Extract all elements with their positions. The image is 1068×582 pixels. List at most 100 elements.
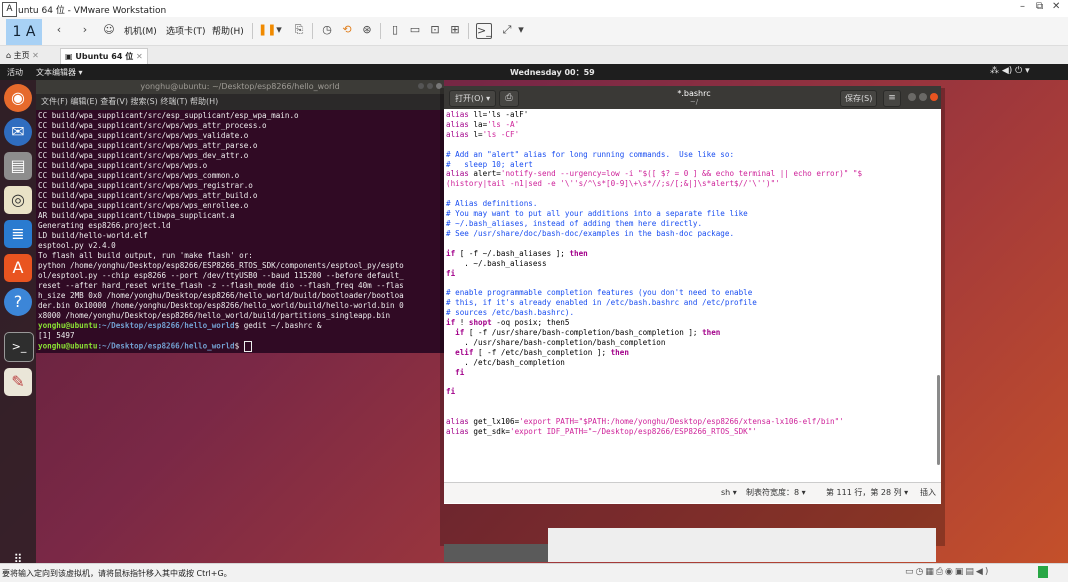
document-path: ~/ [689,98,699,106]
insert-mode: 插入 [920,488,936,497]
prompt-command: $ gedit ~/.bashrc & [234,321,322,330]
cursor-position[interactable]: 第 111 行，第 28 列 ▾ [826,483,908,503]
clock[interactable]: Wednesday 00：59 [510,67,595,78]
gedit-window[interactable]: 打开(O) ▾ ⎙ *.bashrc ~/ 保存(S) ≡ alias ll='… [444,86,941,504]
pause-icon[interactable]: ❚❚ [258,23,276,37]
fullscreen-icon[interactable]: ⊞ [448,23,462,37]
send-ctrl-alt-del-icon[interactable]: ⎘ [292,23,306,37]
sidebar-toggle-icon[interactable]: ▯ [388,23,402,37]
terminal-line: CC build/wpa_supplicant/src/wps/wps_attr… [38,141,258,150]
terminal-line: CC build/wpa_supplicant/src/wps/wps_vali… [38,131,249,140]
close-icon[interactable]: ✕ [32,51,39,60]
vmware-status-bar: 要将输入定向到该虚拟机，请将鼠标指针移入其中或按 Ctrl+G。 ▭◷▦⎙◉▣▤… [0,563,1068,582]
toolbar-divider [252,23,253,39]
tab-ubuntu-vm[interactable]: ▣ Ubuntu 64 位 ✕ [60,48,148,64]
vmware-tab-bar: ⌂ 主页 ✕ ▣ Ubuntu 64 位 ✕ [0,46,1068,65]
editor-scrollbar[interactable] [935,110,941,470]
terminal-line: CC build/wpa_supplicant/src/wps/wps_dev_… [38,151,249,160]
prompt-user: yonghu@ubuntu [38,341,98,351]
close-button[interactable]: ✕ [1052,1,1060,12]
hamburger-menu-icon[interactable]: ≡ [883,90,901,107]
snapshot-manager-icon[interactable]: ⊛ [360,23,374,37]
fit-window-icon[interactable]: ⊡ [428,23,442,37]
vm-activity-icon [1038,566,1048,578]
editor-text-area[interactable]: alias ll='ls -alF' alias la='ls -A' alia… [446,110,936,470]
stretch-dropdown-icon[interactable]: ▾ [514,23,528,37]
menu-tabs[interactable]: 选项卡(T) [166,24,206,37]
thumbnail-icon[interactable]: ▭ [408,23,422,37]
terminal-prompt: yonghu@ubuntu:~/Desktop/esp8266/hello_wo… [38,321,442,331]
terminal-line: h_size 2MB 0x0 /home/yonghu/Desktop/esp8… [38,291,404,300]
toolbar-divider [380,23,381,39]
help-icon[interactable]: ? [4,288,32,316]
terminal-output[interactable]: CC build/wpa_supplicant/src/esp_supplica… [38,111,442,352]
close-icon[interactable]: ✕ [136,52,143,61]
guest-desktop[interactable]: 活动 文本编辑器 ▾ Wednesday 00：59 ⁂ ◀) ⏻ ▾ ◉ ✉ … [0,64,1068,563]
save-button[interactable]: 保存(S) [840,90,878,107]
snapshot-restore-icon[interactable]: ⟲ [340,23,354,37]
minimize-button[interactable]: – [1020,1,1025,12]
toolbar-divider [312,23,313,39]
maximize-button[interactable]: ⧉ [1036,1,1043,12]
tab-home[interactable]: ⌂ 主页 ✕ [2,48,43,63]
terminal-line: CC build/wpa_supplicant/src/esp_supplica… [38,111,299,120]
ime-floating-indicator[interactable]: 1 A [6,19,42,45]
app-menu[interactable]: 文本编辑器 ▾ [36,67,83,78]
device-status-icons[interactable]: ▭◷▦⎙◉▣▤◀) [905,567,990,577]
ime-indicator[interactable]: A [2,2,17,17]
tab-ubuntu-label: Ubuntu 64 位 [75,52,134,61]
firefox-icon[interactable]: ◉ [4,84,32,112]
desktop-background [548,528,936,562]
rhythmbox-icon[interactable]: ◎ [4,186,32,214]
prompt-command: $ [234,341,244,351]
thunderbird-icon[interactable]: ✉ [4,118,32,146]
emoji-icon[interactable]: ☺ [102,23,116,37]
terminal-line: AR build/wpa_supplicant/libwpa_supplican… [38,211,235,220]
vmware-toolbar: ‹ › ☺ 机机(M) 选项卡(T) 帮助(H) ❚❚ ▾ ⎘ ◷ ⟲ ⊛ ▯ … [0,17,1068,46]
terminal-menubar[interactable]: 文件(F) 编辑(E) 查看(V) 搜索(S) 终端(T) 帮助(H) [36,94,444,110]
show-applications-icon[interactable]: ⠿ [9,550,27,563]
terminal-line: CC build/wpa_supplicant/src/wps/wps_enro… [38,201,249,210]
window-title: untu 64 位 - VMware Workstation [18,6,167,16]
job-line: [1] 5497 [38,331,75,340]
snapshot-icon[interactable]: ◷ [320,23,334,37]
scrollbar-thumb[interactable] [937,375,940,465]
terminal-line: LD build/hello-world.elf [38,231,148,240]
console-icon[interactable]: >_ [476,23,492,39]
back-icon[interactable]: ‹ [52,23,66,37]
terminal-line: CC build/wpa_supplicant/src/wps/wps_attr… [38,191,258,200]
new-document-icon[interactable]: ⎙ [499,90,519,107]
status-message: 要将输入定向到该虚拟机，请将鼠标指针移入其中或按 Ctrl+G。 [2,569,232,578]
dropdown-icon[interactable]: ▾ [272,23,286,37]
terminal-line: python /home/yonghu/Desktop/esp8266/ESP8… [38,261,404,270]
terminal-line: esptool.py v2.4.0 [38,241,116,250]
tab-home-label: 主页 [13,51,30,60]
menu-help[interactable]: 帮助(H) [212,24,244,37]
activities-button[interactable]: 活动 [7,67,23,78]
terminal-line: CC build/wpa_supplicant/src/wps/wps_comm… [38,171,240,180]
prompt-user: yonghu@ubuntu [38,321,98,330]
open-button[interactable]: 打开(O) ▾ [449,90,497,107]
prompt-path: :~/Desktop/esp8266/hello_world [97,341,235,351]
tab-width-selector[interactable]: 制表符宽度：8 ▾ [746,483,806,503]
libreoffice-writer-icon[interactable]: ≣ [4,220,32,248]
files-icon[interactable]: ▤ [4,152,32,180]
terminal-line: Generating esp8266.project.ld [38,221,171,230]
software-center-icon[interactable]: A [4,254,32,282]
forward-icon[interactable]: › [78,23,92,37]
stretch-icon[interactable]: ⤢ [500,23,514,37]
maximize-icon[interactable] [919,93,927,101]
vm-icon: ▣ [65,52,73,61]
maximize-icon[interactable] [427,83,433,89]
close-icon[interactable] [930,93,938,101]
terminal-line: x8000 /home/yonghu/Desktop/esp8266/hello… [38,311,391,320]
minimize-icon[interactable] [418,83,424,89]
text-editor-icon[interactable]: ✎ [4,368,32,396]
menu-vm[interactable]: 机机(M) [124,24,157,37]
minimize-icon[interactable] [908,93,916,101]
gedit-headerbar: 打开(O) ▾ ⎙ *.bashrc ~/ 保存(S) ≡ [444,86,941,109]
terminal-window[interactable]: yonghu@ubuntu: ~/Desktop/esp8266/hello_w… [36,80,444,353]
terminal-icon[interactable]: >_ [4,332,34,362]
language-selector[interactable]: sh ▾ [721,483,737,503]
system-status-menu[interactable]: ⁂ ◀) ⏻ ▾ [990,66,1030,76]
